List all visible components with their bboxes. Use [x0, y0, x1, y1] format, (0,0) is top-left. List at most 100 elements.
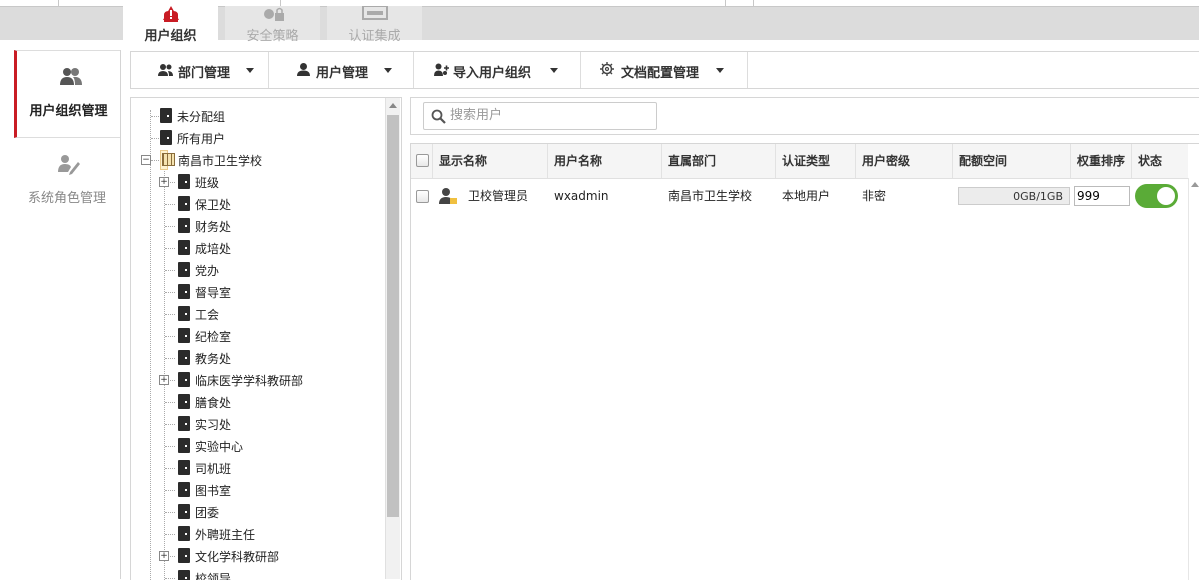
- folder-door-icon: [178, 438, 190, 453]
- chevron-down-icon: [384, 68, 392, 73]
- tree-connector: [165, 446, 175, 447]
- grid-scrollbar[interactable]: [1188, 178, 1199, 580]
- doc-config-button[interactable]: 文档配置管理: [581, 52, 748, 88]
- chevron-down-icon: [246, 68, 254, 73]
- tree-connector: [151, 160, 159, 161]
- tree-connector: [165, 402, 175, 403]
- toolbar: 部门管理 用户管理 导入用户组织 文档配置管理: [130, 51, 1199, 89]
- folder-door-icon: [178, 218, 190, 233]
- tree-connector: [165, 204, 175, 205]
- folder-door-icon: [178, 504, 190, 519]
- expand-icon[interactable]: +: [159, 551, 169, 561]
- expand-icon[interactable]: +: [159, 177, 169, 187]
- search-input[interactable]: [450, 107, 645, 123]
- col-auth-type[interactable]: 认证类型: [776, 144, 856, 178]
- tree-connector: [165, 314, 175, 315]
- tree-node-label: 所有用户: [177, 132, 226, 146]
- tree-connector: [151, 116, 159, 117]
- user-grid: 显示名称 用户名称 直属部门 认证类型 用户密级 配额空间 权重排序 状态 卫校…: [410, 143, 1199, 580]
- cell-display-name: 卫校管理员: [468, 189, 529, 203]
- nav-role-management-label: 系统角色管理: [27, 191, 106, 206]
- cell-username: wxadmin: [554, 189, 609, 203]
- folder-door-icon: [178, 350, 190, 365]
- folder-door-icon: [178, 328, 190, 343]
- folder-door-icon: [178, 460, 190, 475]
- folder-door-icon: [178, 372, 190, 387]
- col-weight[interactable]: 权重排序: [1071, 144, 1132, 178]
- user-management-button[interactable]: 用户管理: [269, 52, 414, 88]
- import-users-label: 导入用户组织: [453, 66, 532, 81]
- table-row[interactable]: 卫校管理员 wxadmin 南昌市卫生学校 本地用户 非密 0GB/1GB: [411, 179, 1188, 213]
- user-management-label: 用户管理: [316, 66, 369, 81]
- scroll-up-icon[interactable]: [389, 103, 397, 108]
- tree-node[interactable]: 南昌市卫生学校: [160, 150, 262, 170]
- tree-connector: [165, 226, 175, 227]
- status-toggle[interactable]: [1135, 184, 1178, 208]
- user-icon: [297, 63, 310, 76]
- tab-user-org[interactable]: 用户组织: [123, 6, 218, 44]
- import-users-icon: [434, 63, 449, 76]
- user-avatar-icon: [439, 188, 457, 204]
- tree-node-label: 文化学科教研部: [195, 550, 280, 564]
- tree-connector: [165, 512, 175, 513]
- col-quota[interactable]: 配额空间: [953, 144, 1071, 178]
- tree-scrollbar-thumb[interactable]: [387, 115, 399, 517]
- tree-node-label: 督导室: [195, 286, 232, 300]
- tab-auth-integration[interactable]: 认证集成: [327, 6, 422, 44]
- tree-connector: [165, 534, 175, 535]
- col-status[interactable]: 状态: [1132, 144, 1188, 178]
- tab-security-policy[interactable]: 安全策略: [225, 6, 320, 44]
- expand-icon[interactable]: +: [159, 375, 169, 385]
- row-checkbox[interactable]: [416, 190, 429, 203]
- select-all-checkbox[interactable]: [416, 154, 429, 167]
- col-security-level[interactable]: 用户密级: [856, 144, 953, 178]
- nav-user-org-management[interactable]: 用户组织管理: [14, 50, 120, 138]
- auth-integration-icon: [362, 6, 388, 20]
- department-management-button[interactable]: 部门管理: [131, 52, 269, 88]
- left-nav: 用户组织管理 系统角色管理: [14, 50, 121, 579]
- tree-scrollbar[interactable]: [385, 98, 400, 579]
- tree-node-label: 财务处: [195, 220, 232, 234]
- col-display-name[interactable]: 显示名称: [433, 144, 548, 178]
- tree-connector: [165, 248, 175, 249]
- toggle-knob: [1157, 187, 1175, 205]
- cell-department: 南昌市卫生学校: [668, 189, 753, 203]
- tree-connector: [165, 270, 175, 271]
- tree-connector: [165, 358, 175, 359]
- cell-auth-type: 本地用户: [782, 189, 831, 203]
- folder-door-icon: [178, 416, 190, 431]
- folder-door-icon: [178, 284, 190, 299]
- nav-role-management[interactable]: 系统角色管理: [14, 138, 120, 224]
- tree-node-label: 保卫处: [195, 198, 232, 212]
- search-box: [423, 102, 657, 130]
- tree-connector: [165, 490, 175, 491]
- chevron-down-icon: [716, 68, 724, 73]
- tree-node-label: 外聘班主任: [195, 528, 256, 542]
- doc-config-label: 文档配置管理: [621, 66, 700, 81]
- import-users-button[interactable]: 导入用户组织: [414, 52, 581, 88]
- folder-door-icon: [178, 548, 190, 563]
- tree-node-label: 党办: [195, 264, 220, 278]
- folder-door-icon: [160, 108, 172, 123]
- col-username[interactable]: 用户名称: [548, 144, 662, 178]
- header-checkbox-cell: [411, 144, 433, 178]
- tree-node-label: 膳食处: [195, 396, 232, 410]
- grid-header: 显示名称 用户名称 直属部门 认证类型 用户密级 配额空间 权重排序 状态: [411, 144, 1188, 179]
- security-policy-icon: [264, 7, 284, 21]
- folder-door-icon: [178, 482, 190, 497]
- weight-input[interactable]: [1074, 186, 1130, 206]
- quota-bar: 0GB/1GB: [958, 187, 1070, 205]
- tab-auth-integration-label: 认证集成: [348, 29, 401, 44]
- building-icon: [162, 153, 175, 166]
- tree-connector: [165, 424, 175, 425]
- col-department[interactable]: 直属部门: [662, 144, 776, 178]
- role-edit-icon: [58, 155, 80, 175]
- scroll-up-icon[interactable]: [1191, 182, 1199, 187]
- department-management-label: 部门管理: [178, 66, 231, 81]
- collapse-icon[interactable]: −: [141, 155, 151, 165]
- tree-connector: [164, 168, 165, 580]
- cell-security-level: 非密: [862, 189, 887, 203]
- tree-node-label: 成培处: [195, 242, 232, 256]
- gear-icon: [600, 62, 614, 76]
- folder-door-icon: [178, 306, 190, 321]
